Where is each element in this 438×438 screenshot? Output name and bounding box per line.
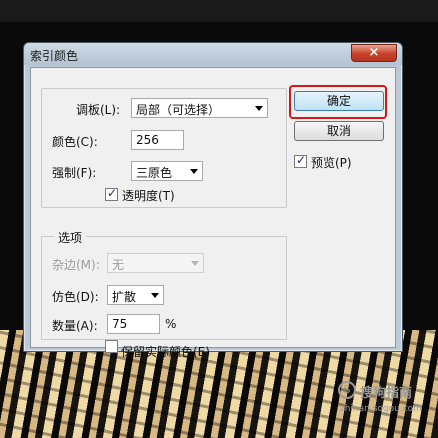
cancel-button[interactable]: 取消: [294, 121, 384, 141]
close-icon: ×: [368, 45, 380, 60]
sogou-watermark: S 搜狗指南 zhinan.sogou.com: [338, 380, 438, 420]
watermark-title: 搜狗指南: [360, 386, 413, 401]
preserve-colors-label[interactable]: 保留实际颜色(E): [121, 343, 210, 360]
matte-label: 杂边(M):: [52, 258, 100, 272]
dither-label: 仿色(D):: [52, 290, 99, 304]
amount-input-value: 75: [112, 317, 128, 331]
palette-select-value: 局部（可选择）: [136, 103, 221, 117]
forced-select-value: 三原色: [136, 166, 173, 180]
dialog-title: 索引颜色: [30, 49, 79, 63]
dialog-titlebar[interactable]: 索引颜色 ×: [24, 43, 402, 65]
chevron-down-icon: [191, 261, 199, 266]
forced-select[interactable]: 三原色: [131, 161, 203, 181]
amount-unit: %: [165, 317, 177, 331]
cancel-button-label: 取消: [326, 124, 351, 138]
colors-label: 颜色(C):: [52, 135, 98, 149]
chevron-down-icon: [255, 106, 263, 111]
chevron-down-icon: [190, 169, 198, 174]
sogou-logo-icon: S: [338, 381, 356, 399]
transparency-label[interactable]: 透明度(T): [122, 187, 175, 204]
options-group: 选项 杂边(M): 无 仿色(D): 扩散 数量(A): 75 %: [41, 229, 287, 353]
options-legend: 选项: [54, 229, 87, 246]
forced-label: 强制(F):: [52, 166, 97, 180]
preview-checkbox[interactable]: [294, 153, 307, 168]
watermark-url: zhinan.sogou.com: [340, 404, 422, 414]
amount-label: 数量(A):: [52, 319, 98, 333]
matte-select[interactable]: 无: [107, 253, 204, 273]
transparency-checkbox[interactable]: [105, 186, 118, 201]
ok-button-label: 确定: [326, 94, 351, 108]
colors-input-value: 256: [136, 133, 159, 147]
palette-select[interactable]: 局部（可选择）: [131, 98, 268, 118]
dither-select[interactable]: 扩散: [107, 285, 164, 305]
amount-input[interactable]: 75: [107, 314, 160, 334]
chevron-down-icon: [151, 293, 159, 298]
dither-select-value: 扩散: [112, 290, 137, 304]
preserve-colors-checkbox[interactable]: [105, 340, 118, 353]
preview-label[interactable]: 预览(P): [311, 154, 352, 171]
background-top-strip: [0, 0, 438, 22]
palette-label: 调板(L):: [76, 103, 121, 117]
ok-button[interactable]: 确定: [294, 91, 384, 111]
close-button[interactable]: ×: [351, 44, 397, 62]
colors-input[interactable]: 256: [131, 130, 184, 150]
palette-group: 调板(L): 局部（可选择） 颜色(C): 256 强制(F): 三原色 透明度…: [41, 88, 287, 208]
matte-select-value: 无: [112, 258, 125, 272]
